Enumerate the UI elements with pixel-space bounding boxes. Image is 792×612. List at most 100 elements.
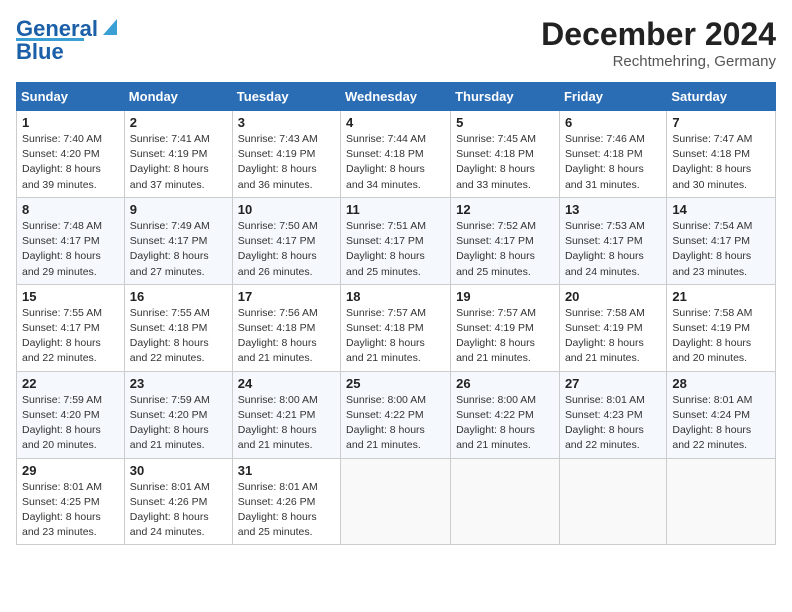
weekday-header-tuesday: Tuesday: [232, 83, 340, 111]
logo-blue: Blue: [16, 39, 64, 65]
cell-info: Sunrise: 7:41 AMSunset: 4:19 PMDaylight:…: [130, 132, 227, 193]
calendar-cell: 8 Sunrise: 7:48 AMSunset: 4:17 PMDaylight…: [17, 197, 125, 284]
day-number: 27: [565, 376, 661, 391]
weekday-header-monday: Monday: [124, 83, 232, 111]
calendar-week-row: 1 Sunrise: 7:40 AMSunset: 4:20 PMDaylight…: [17, 111, 776, 198]
calendar-cell: 18Sunrise: 7:57 AMSunset: 4:18 PMDayligh…: [341, 284, 451, 371]
logo: General Blue: [16, 16, 121, 65]
cell-info: Sunrise: 7:43 AMSunset: 4:19 PMDaylight:…: [238, 132, 335, 193]
day-number: 3: [238, 115, 335, 130]
weekday-header-wednesday: Wednesday: [341, 83, 451, 111]
calendar-cell: 12Sunrise: 7:52 AMSunset: 4:17 PMDayligh…: [451, 197, 560, 284]
cell-info: Sunrise: 7:59 AMSunset: 4:20 PMDaylight:…: [22, 393, 119, 454]
logo-arrow-icon: [99, 17, 121, 39]
day-number: 21: [672, 289, 770, 304]
cell-info: Sunrise: 7:58 AMSunset: 4:19 PMDaylight:…: [565, 306, 661, 367]
calendar-cell: 9Sunrise: 7:49 AMSunset: 4:17 PMDaylight…: [124, 197, 232, 284]
day-number: 30: [130, 463, 227, 478]
day-number: 28: [672, 376, 770, 391]
cell-info: Sunrise: 7:57 AMSunset: 4:19 PMDaylight:…: [456, 306, 554, 367]
cell-info: Sunrise: 8:00 AMSunset: 4:22 PMDaylight:…: [346, 393, 445, 454]
calendar-cell: 11 Sunrise: 7:51 AMSunset: 4:17 PMDayligh…: [341, 197, 451, 284]
day-number: 10: [238, 202, 335, 217]
cell-info: Sunrise: 7:40 AMSunset: 4:20 PMDaylight:…: [22, 132, 119, 193]
calendar-cell: 16 Sunrise: 7:55 AMSunset: 4:18 PMDayligh…: [124, 284, 232, 371]
calendar-cell: 29Sunrise: 8:01 AMSunset: 4:25 PMDayligh…: [17, 458, 125, 545]
day-number: 24: [238, 376, 335, 391]
cell-info: Sunrise: 7:54 AMSunset: 4:17 PMDaylight:…: [672, 219, 770, 280]
day-number: 15: [22, 289, 119, 304]
weekday-header-saturday: Saturday: [667, 83, 776, 111]
day-number: 16: [130, 289, 227, 304]
calendar-week-row: 8 Sunrise: 7:48 AMSunset: 4:17 PMDaylight…: [17, 197, 776, 284]
page-header: General Blue December 2024 Rechtmehring,…: [16, 16, 776, 70]
calendar-cell: 2 Sunrise: 7:41 AMSunset: 4:19 PMDaylight…: [124, 111, 232, 198]
day-number: 25: [346, 376, 445, 391]
day-number: 26: [456, 376, 554, 391]
cell-info: Sunrise: 7:52 AMSunset: 4:17 PMDaylight:…: [456, 219, 554, 280]
day-number: 22: [22, 376, 119, 391]
calendar-cell: 4Sunrise: 7:44 AMSunset: 4:18 PMDaylight…: [341, 111, 451, 198]
cell-info: Sunrise: 7:55 AMSunset: 4:17 PMDaylight:…: [22, 306, 119, 367]
cell-info: Sunrise: 7:51 AMSunset: 4:17 PMDaylight:…: [346, 219, 445, 280]
cell-info: Sunrise: 7:58 AMSunset: 4:19 PMDaylight:…: [672, 306, 770, 367]
location-subtitle: Rechtmehring, Germany: [541, 53, 776, 70]
calendar-cell: 24 Sunrise: 8:00 AMSunset: 4:21 PMDayligh…: [232, 371, 340, 458]
day-number: 23: [130, 376, 227, 391]
day-number: 31: [238, 463, 335, 478]
calendar-cell: 20 Sunrise: 7:58 AMSunset: 4:19 PMDayligh…: [559, 284, 666, 371]
day-number: 18: [346, 289, 445, 304]
calendar-cell: 7 Sunrise: 7:47 AMSunset: 4:18 PMDaylight…: [667, 111, 776, 198]
cell-info: Sunrise: 8:01 AMSunset: 4:26 PMDaylight:…: [130, 480, 227, 541]
day-number: 11: [346, 202, 445, 217]
weekday-header-sunday: Sunday: [17, 83, 125, 111]
weekday-header-thursday: Thursday: [451, 83, 560, 111]
day-number: 8: [22, 202, 119, 217]
calendar-cell: 23 Sunrise: 7:59 AMSunset: 4:20 PMDayligh…: [124, 371, 232, 458]
cell-info: Sunrise: 7:47 AMSunset: 4:18 PMDaylight:…: [672, 132, 770, 193]
calendar-table: SundayMondayTuesdayWednesdayThursdayFrid…: [16, 82, 776, 545]
calendar-cell: 15 Sunrise: 7:55 AMSunset: 4:17 PMDayligh…: [17, 284, 125, 371]
cell-info: Sunrise: 7:55 AMSunset: 4:18 PMDaylight:…: [130, 306, 227, 367]
day-number: 29: [22, 463, 119, 478]
calendar-cell: 30 Sunrise: 8:01 AMSunset: 4:26 PMDayligh…: [124, 458, 232, 545]
cell-info: Sunrise: 7:45 AMSunset: 4:18 PMDaylight:…: [456, 132, 554, 193]
month-year-title: December 2024: [541, 16, 776, 53]
calendar-cell: 13Sunrise: 7:53 AMSunset: 4:17 PMDayligh…: [559, 197, 666, 284]
day-number: 5: [456, 115, 554, 130]
calendar-cell: [451, 458, 560, 545]
day-number: 20: [565, 289, 661, 304]
day-number: 7: [672, 115, 770, 130]
day-number: 4: [346, 115, 445, 130]
calendar-cell: 10Sunrise: 7:50 AMSunset: 4:17 PMDayligh…: [232, 197, 340, 284]
calendar-cell: 3 Sunrise: 7:43 AMSunset: 4:19 PMDaylight…: [232, 111, 340, 198]
calendar-cell: 17Sunrise: 7:56 AMSunset: 4:18 PMDayligh…: [232, 284, 340, 371]
calendar-cell: 27 Sunrise: 8:01 AMSunset: 4:23 PMDayligh…: [559, 371, 666, 458]
day-number: 19: [456, 289, 554, 304]
calendar-cell: 19 Sunrise: 7:57 AMSunset: 4:19 PMDayligh…: [451, 284, 560, 371]
cell-info: Sunrise: 8:01 AMSunset: 4:24 PMDaylight:…: [672, 393, 770, 454]
calendar-cell: 21 Sunrise: 7:58 AMSunset: 4:19 PMDayligh…: [667, 284, 776, 371]
cell-info: Sunrise: 7:56 AMSunset: 4:18 PMDaylight:…: [238, 306, 335, 367]
day-number: 1: [22, 115, 119, 130]
day-number: 6: [565, 115, 661, 130]
title-block: December 2024 Rechtmehring, Germany: [541, 16, 776, 70]
day-number: 13: [565, 202, 661, 217]
day-number: 14: [672, 202, 770, 217]
calendar-cell: 28 Sunrise: 8:01 AMSunset: 4:24 PMDayligh…: [667, 371, 776, 458]
calendar-cell: 6Sunrise: 7:46 AMSunset: 4:18 PMDaylight…: [559, 111, 666, 198]
calendar-week-row: 15 Sunrise: 7:55 AMSunset: 4:17 PMDayligh…: [17, 284, 776, 371]
cell-info: Sunrise: 7:48 AMSunset: 4:17 PMDaylight:…: [22, 219, 119, 280]
cell-info: Sunrise: 8:01 AMSunset: 4:23 PMDaylight:…: [565, 393, 661, 454]
cell-info: Sunrise: 8:00 AMSunset: 4:21 PMDaylight:…: [238, 393, 335, 454]
day-number: 2: [130, 115, 227, 130]
cell-info: Sunrise: 8:01 AMSunset: 4:26 PMDaylight:…: [238, 480, 335, 541]
cell-info: Sunrise: 8:00 AMSunset: 4:22 PMDaylight:…: [456, 393, 554, 454]
cell-info: Sunrise: 7:59 AMSunset: 4:20 PMDaylight:…: [130, 393, 227, 454]
calendar-cell: 25 Sunrise: 8:00 AMSunset: 4:22 PMDayligh…: [341, 371, 451, 458]
calendar-cell: 22 Sunrise: 7:59 AMSunset: 4:20 PMDayligh…: [17, 371, 125, 458]
calendar-cell: 14 Sunrise: 7:54 AMSunset: 4:17 PMDayligh…: [667, 197, 776, 284]
calendar-cell: 5 Sunrise: 7:45 AMSunset: 4:18 PMDaylight…: [451, 111, 560, 198]
calendar-week-row: 22 Sunrise: 7:59 AMSunset: 4:20 PMDayligh…: [17, 371, 776, 458]
day-number: 9: [130, 202, 227, 217]
